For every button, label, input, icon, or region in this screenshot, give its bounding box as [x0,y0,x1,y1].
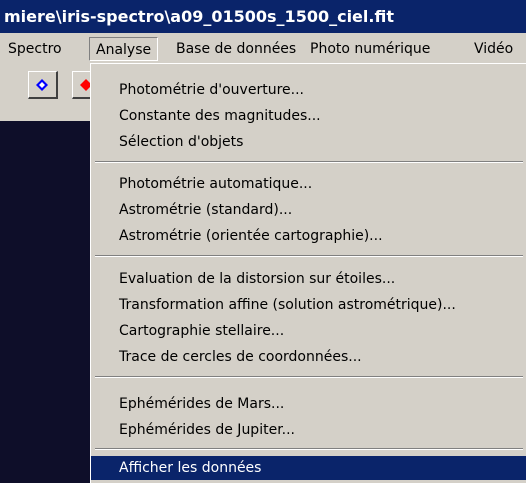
menu-item-transformation-affine[interactable]: Transformation affine (solution astromét… [91,293,526,317]
window-title: miere\iris-spectro\a09_01500s_1500_ciel.… [4,7,394,26]
menu-item-astrometrie-cartographie[interactable]: Astrométrie (orientée cartographie)... [91,224,526,248]
menu-item-cartographie-stellaire[interactable]: Cartographie stellaire... [91,319,526,343]
menu-separator [95,448,523,450]
menu-item-evaluation-distorsion[interactable]: Evaluation de la distorsion sur étoiles.… [91,267,526,291]
toolbar-button-blue[interactable] [28,71,58,99]
blue-diamond-icon [36,79,48,91]
menu-bar: Spectro Analyse Base de données Photo nu… [0,33,526,63]
menu-item-afficher-donnees[interactable]: Afficher les données [91,456,526,480]
analyse-dropdown-menu: Photométrie d'ouverture... Constante des… [90,63,526,483]
menu-item-constante-magnitudes[interactable]: Constante des magnitudes... [91,104,526,128]
menu-separator [95,161,523,163]
menu-spectro[interactable]: Spectro [2,37,68,61]
image-workspace[interactable] [0,121,90,483]
menu-analyse[interactable]: Analyse [89,37,159,61]
menu-item-ephemerides-mars[interactable]: Ephémérides de Mars... [91,392,526,416]
menu-photo-numerique[interactable]: Photo numérique [304,37,436,61]
menu-video[interactable]: Vidéo [468,37,519,61]
menu-item-astrometrie-standard[interactable]: Astrométrie (standard)... [91,198,526,222]
menu-item-trace-cercles[interactable]: Trace de cercles de coordonnées... [91,345,526,369]
menu-item-ephemerides-jupiter[interactable]: Ephémérides de Jupiter... [91,418,526,442]
window-title-bar: miere\iris-spectro\a09_01500s_1500_ciel.… [0,0,526,33]
menu-item-photometrie-automatique[interactable]: Photométrie automatique... [91,172,526,196]
menu-item-selection-objets[interactable]: Sélection d'objets [91,130,526,154]
menu-separator [95,255,523,257]
menu-base-de-donnees[interactable]: Base de données [170,37,302,61]
menu-item-photometrie-ouverture[interactable]: Photométrie d'ouverture... [91,78,526,102]
menu-separator [95,376,523,378]
